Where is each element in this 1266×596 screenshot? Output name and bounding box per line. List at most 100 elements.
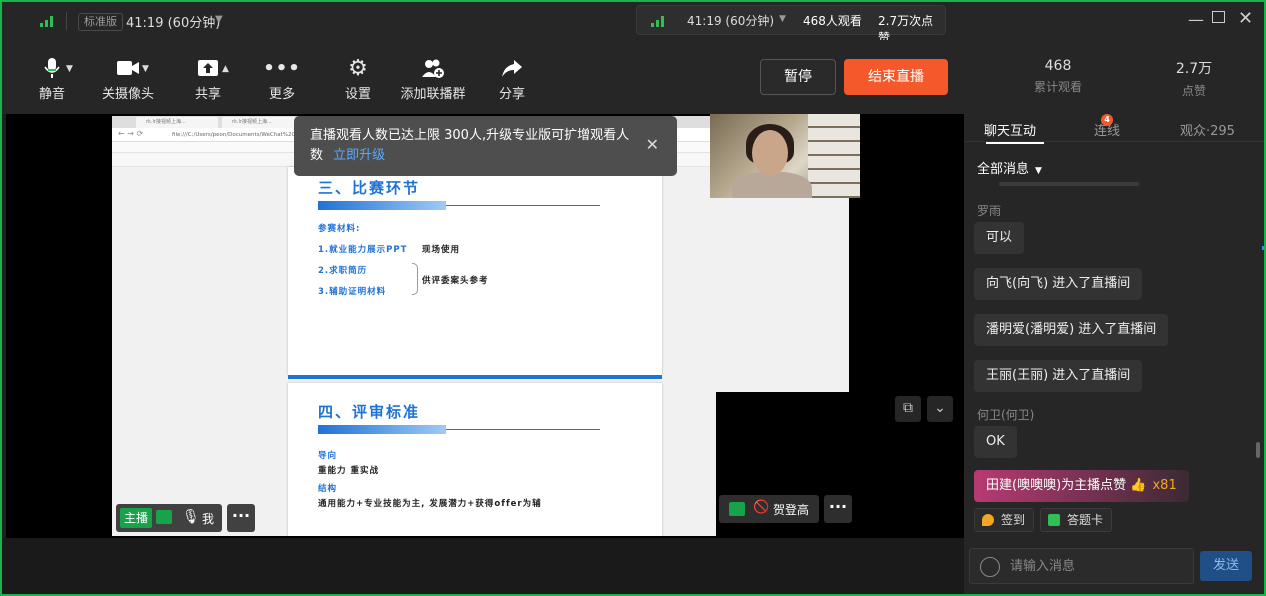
title-rule [446,429,600,430]
chat-message: 可以 [974,222,1025,254]
share-screen-button[interactable]: 共享 ▲ [188,56,229,102]
title-bar: 标准版 41:19 (60分钟) ▼ 41:19 (60分钟) ▼ 468人观看… [2,2,1264,45]
stat-label: 点赞 [1181,84,1206,98]
chevron-down-icon[interactable]: ▼ [779,14,786,24]
person-face [752,130,788,176]
host-tag: 主播 [120,508,153,528]
camera-label: 关摄像头 [101,87,154,102]
camera-toggle-button[interactable]: 关摄像头 ▼ [100,56,156,102]
materials-label: 参赛材料: [318,224,361,234]
close-icon[interactable]: ✕ [646,135,659,154]
screen-share-icon [156,510,172,524]
share-arrow-icon [492,56,532,80]
divider [66,12,67,30]
background-shelf [808,114,860,198]
host-camera-feed[interactable] [710,114,860,198]
chevron-down-icon[interactable]: ▼ [215,14,223,25]
orientation-text: 重能力 重实战 [318,466,379,476]
chevron-up-icon[interactable]: ▲ [222,64,229,74]
edition-badge: 标准版 [78,13,123,31]
chevron-down-icon[interactable]: ⌄ [927,396,953,422]
material-note: 现场使用 [422,245,461,255]
ellipsis-icon: ••• [263,57,301,79]
host-name: 我 [202,512,215,526]
live-stream-window: 标准版 41:19 (60分钟) ▼ 41:19 (60分钟) ▼ 468人观看… [0,0,1266,596]
host-label-chip: 主播 🎙 我 [116,504,222,532]
answer-card-icon [1048,514,1060,526]
signal-strength-icon [40,16,53,27]
mute-label: 静音 [38,87,65,102]
chat-scrollbar[interactable] [1256,442,1260,458]
message-sender: 何卫(何卫) [977,408,1035,422]
checkin-button[interactable]: 签到 [974,508,1035,532]
material-item: 1.就业能力展示PPT [318,245,408,255]
thumbs-up-icon: 👍 [1130,478,1147,493]
pause-button[interactable]: 暂停 [760,59,836,95]
host-more-button[interactable]: ··· [227,504,255,532]
brace-mark [412,263,418,295]
live-status-pill[interactable]: 41:19 (60分钟) ▼ 468人观看 2.7万次点赞 [636,5,946,45]
location-pin-icon [982,514,994,526]
message-input[interactable] [1010,556,1180,576]
minimize-icon[interactable]: — [1188,10,1204,29]
toast-message: 直播观看人数已达上限 300人,升级专业版可扩增观看人数 立即升级 [310,126,630,166]
live-stage: rk.lr接视频上海... rk.lr接视频上海... ← → ⟳ file:/… [6,114,964,538]
guest-name: 贺登高 [773,503,810,517]
send-button[interactable]: 发送 [1200,551,1252,581]
answer-card-label: 答题卡 [1067,513,1104,527]
microphone-icon: 🎙 [182,509,200,525]
guest-label-chip: 🚫 贺登高 [719,495,819,523]
person-body [732,172,812,198]
add-co-stream-button[interactable]: 添加联播群 [398,56,468,102]
more-button[interactable]: ••• 更多 [262,56,302,103]
structure-label: 结构 [318,484,338,494]
end-live-button[interactable]: 结束直播 [844,59,948,95]
mic-muted-icon: 🚫 [753,500,770,515]
guest-more-button[interactable]: ··· [824,495,852,523]
gear-icon: ⚙ [348,55,368,81]
live-timer: 41:19 (60分钟) [126,16,221,31]
share-link-label: 分享 [498,87,525,102]
structure-text: 通用能力+专业技能为主, 发展潜力+获得offer为辅 [318,499,542,509]
share-link-button[interactable]: 分享 [492,56,532,102]
like-multiplier: x81 [1152,478,1177,493]
panel-tabs: 聊天互动 连线 4 观众·295 [964,114,1264,144]
edge-indicator [1262,246,1264,250]
mute-button[interactable]: 静音 ▼ [32,56,73,102]
answer-card-button[interactable]: 答题卡 [1040,508,1113,532]
close-icon[interactable]: ✕ [1238,8,1253,29]
toolbar: 静音 ▼ 关摄像头 ▼ 共享 ▲ ••• 更多 ⚙ 设置 添加联播群 分享 暂停… [2,40,964,114]
tab-chat[interactable]: 聊天互动 [984,120,1036,139]
active-tab-indicator [986,142,1044,144]
chat-message-list[interactable]: 罗雨 可以 向飞(向飞) 进入了直播间 潘明爱(潘明爱) 进入了直播间 王丽(王… [964,178,1264,496]
chevron-down-icon[interactable]: ▼ [66,64,73,74]
settings-label: 设置 [344,87,371,102]
browser-tab: rk.lr接视频上海... [136,117,218,128]
like-notification: 田建(噢噢噢)为主播点赞 👍 x81 [974,470,1189,502]
layout-switch-icon[interactable]: ⧉ [895,396,921,422]
maximize-icon[interactable] [1212,11,1225,23]
caret-down-icon: ▼ [1035,166,1042,176]
scroll-indicator [999,182,1139,186]
share-label: 共享 [194,87,221,102]
add-co-stream-label: 添加联播群 [400,87,466,102]
tab-audience[interactable]: 观众·295 [1180,120,1235,139]
material-item: 2.求职简历 [318,266,368,276]
stat-value: 2.7万 [1175,61,1213,77]
page-divider [288,375,662,379]
message-filter-dropdown[interactable]: 全部消息 ▼ [977,158,1042,177]
pill-timer: 41:19 (60分钟) [687,14,775,28]
browser-tab: rk.lr接视频上海... [222,117,304,128]
checkin-label: 签到 [1001,513,1026,527]
orientation-label: 导向 [318,451,338,461]
connect-badge: 4 [1101,114,1113,126]
emoji-icon[interactable] [980,557,1000,577]
bottom-strip [2,538,964,594]
filter-label: 全部消息 [977,162,1030,177]
system-message: 向飞(向飞) 进入了直播间 [974,268,1143,300]
settings-button[interactable]: ⚙ 设置 [338,55,378,103]
slide-section-title: 四、评审标准 [318,403,421,421]
system-message: 王丽(王丽) 进入了直播间 [974,360,1143,392]
upgrade-link[interactable]: 立即升级 [333,148,385,163]
chevron-down-icon[interactable]: ▼ [142,64,149,74]
